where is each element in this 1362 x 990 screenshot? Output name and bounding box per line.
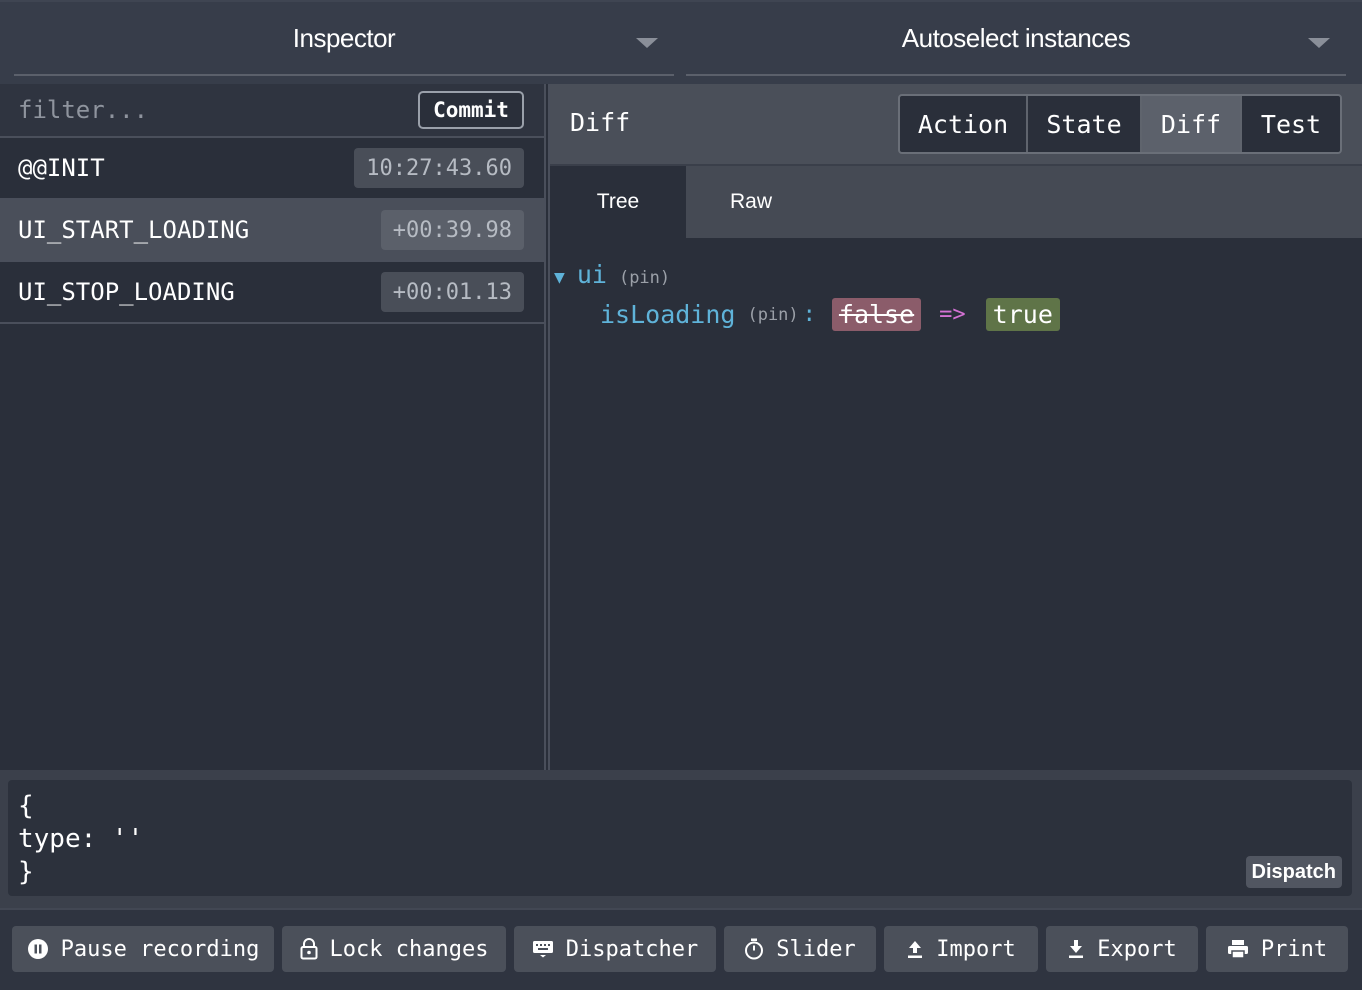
pause-recording-label: Pause recording	[60, 936, 260, 962]
preview-tab-group: Action State Diff Test	[898, 94, 1342, 154]
tree-node-ui[interactable]: ▼ ui (pin)	[554, 260, 670, 289]
import-button[interactable]: Import	[884, 926, 1038, 972]
tree-key: isLoading	[600, 300, 736, 329]
pin-link[interactable]: (pin)	[747, 305, 798, 325]
diff-subtabs: Tree Raw	[550, 166, 1362, 238]
commit-button[interactable]: Commit	[418, 91, 524, 129]
tree-key: ui	[576, 260, 607, 289]
key-colon: :	[802, 302, 816, 327]
preview-title: Diff	[570, 108, 631, 137]
pause-icon	[27, 938, 49, 960]
slider-button[interactable]: Slider	[724, 926, 876, 972]
instance-select[interactable]: Autoselect instances	[686, 2, 1346, 76]
monitor-select[interactable]: Inspector	[14, 2, 674, 76]
preview-header: Diff Action State Diff Test	[550, 84, 1362, 166]
printer-icon	[1227, 939, 1249, 959]
action-item-ui-start-loading[interactable]: UI_START_LOADING +00:39.98	[0, 200, 544, 262]
subtab-tree[interactable]: Tree	[550, 166, 686, 238]
tab-test[interactable]: Test	[1242, 96, 1340, 152]
subtab-raw[interactable]: Raw	[686, 166, 816, 238]
tree-node-isloading: isLoading (pin) : false => true	[600, 298, 1060, 331]
lock-changes-button[interactable]: Lock changes	[282, 926, 506, 972]
dispatch-button[interactable]: Dispatch	[1245, 856, 1342, 888]
action-name: UI_START_LOADING	[18, 216, 250, 244]
dispatcher-button[interactable]: Dispatcher	[514, 926, 716, 972]
tab-diff[interactable]: Diff	[1142, 96, 1242, 152]
slider-label: Slider	[776, 936, 856, 962]
action-name: UI_STOP_LOADING	[18, 278, 235, 306]
export-label: Export	[1097, 936, 1177, 962]
action-name: @@INIT	[18, 154, 105, 182]
stopwatch-icon	[744, 938, 764, 960]
lock-changes-label: Lock changes	[329, 936, 489, 962]
upload-icon	[906, 939, 924, 959]
dispatch-code[interactable]: {type: ''}	[18, 790, 143, 889]
removed-value: false	[831, 298, 922, 331]
chevron-down-icon	[1308, 38, 1330, 48]
filter-row: Commit	[0, 84, 544, 138]
bottom-toolbar: Pause recording Lock changes Dispatcher …	[0, 908, 1362, 990]
action-item-ui-stop-loading[interactable]: UI_STOP_LOADING +00:01.13	[0, 262, 544, 324]
action-list-panel: Commit @@INIT 10:27:43.60 UI_START_LOADI…	[0, 84, 544, 770]
monitor-select-label: Inspector	[292, 22, 396, 53]
keyboard-icon	[532, 940, 554, 958]
print-button[interactable]: Print	[1206, 926, 1348, 972]
action-time-badge[interactable]: 10:27:43.60	[354, 148, 524, 188]
export-button[interactable]: Export	[1046, 926, 1198, 972]
dispatcher-label: Dispatcher	[565, 936, 699, 962]
pin-link[interactable]: (pin)	[619, 268, 670, 288]
diff-arrow: =>	[939, 302, 966, 327]
action-time-badge[interactable]: +00:39.98	[380, 210, 524, 250]
dispatcher-panel: {type: ''} Dispatch	[0, 770, 1362, 908]
action-item-init[interactable]: @@INIT 10:27:43.60	[0, 138, 544, 200]
added-value: true	[985, 298, 1060, 331]
code-line: type: ''	[18, 824, 144, 854]
preview-panel: Diff Action State Diff Test Tree Raw ▼ u…	[550, 84, 1362, 770]
pause-recording-button[interactable]: Pause recording	[12, 926, 274, 972]
tab-action[interactable]: Action	[900, 96, 1028, 152]
print-label: Print	[1260, 936, 1328, 962]
download-icon	[1067, 939, 1085, 959]
expand-triangle-icon[interactable]: ▼	[554, 267, 565, 288]
chevron-down-icon	[636, 38, 658, 48]
lock-icon	[300, 938, 318, 960]
action-time-badge[interactable]: +00:01.13	[380, 272, 524, 312]
top-bar: Inspector Autoselect instances	[0, 0, 1362, 84]
code-line: {	[18, 791, 34, 821]
tab-state[interactable]: State	[1028, 96, 1142, 152]
instance-select-label: Autoselect instances	[901, 22, 1131, 53]
dispatch-editor[interactable]: {type: ''} Dispatch	[8, 780, 1352, 896]
filter-input[interactable]	[8, 88, 398, 132]
code-line: }	[18, 857, 34, 887]
import-label: Import	[936, 936, 1016, 962]
